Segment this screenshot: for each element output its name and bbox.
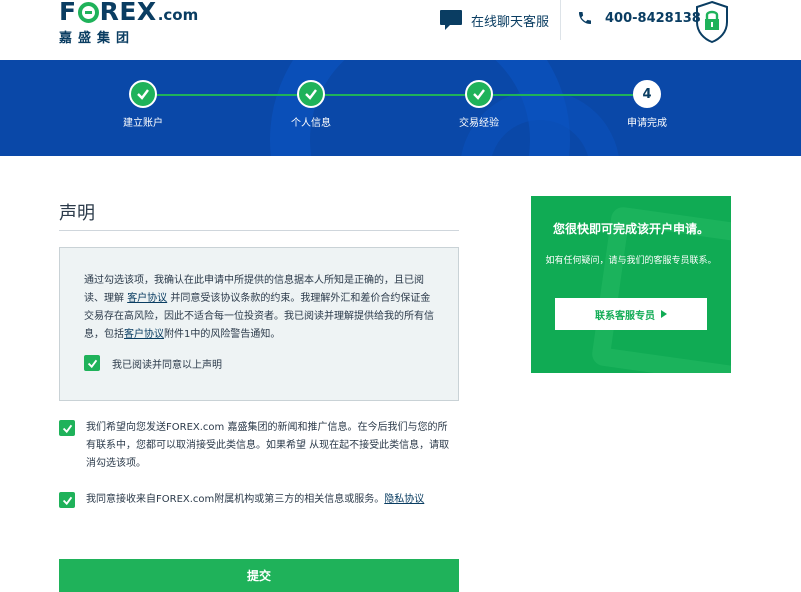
help-panel: 您很快即可完成该开户申请。 如有任何疑问，请与我们的客服专员联系。 联系客服专员	[531, 196, 731, 373]
step-current-circle: 4	[633, 80, 661, 108]
third-party-optin-label: 我同意接收来自FOREX.com附属机构或第三方的相关信息或服务。隐私协议	[86, 494, 425, 505]
phone-icon	[579, 12, 591, 24]
news-optin-label: 我们希望向您发送FOREX.com 嘉盛集团的新闻和推广信息。在今后我们与您的所…	[86, 422, 450, 469]
header-divider	[560, 0, 561, 40]
check-icon	[473, 89, 485, 100]
logo-wordmark: F REX .com	[59, 0, 198, 24]
forex-logo[interactable]: F REX .com 嘉盛集团	[59, 0, 198, 46]
submit-button[interactable]: 提交	[59, 559, 459, 592]
check-icon	[62, 496, 72, 505]
phone-link[interactable]: 400-8428138	[577, 10, 701, 26]
step-application-complete: 4 申请完成	[587, 80, 707, 129]
online-chat-link[interactable]: 在线聊天客服	[440, 10, 549, 30]
step-create-account: 建立账户	[83, 80, 203, 129]
lock-shield-icon	[694, 0, 730, 48]
step-label: 个人信息	[291, 118, 331, 129]
page-title: 声明	[59, 203, 95, 224]
contact-agent-button[interactable]: 联系客服专员	[555, 298, 707, 330]
phone-number: 400-8428138	[605, 10, 701, 26]
third-party-optin-checkbox[interactable]	[59, 492, 75, 508]
panel-title: 您很快即可完成该开户申请。	[552, 222, 709, 236]
declaration-box: 通过勾选该项，我确认在此申请中所提供的信息据本人所知是正确的，且已阅读、理解 客…	[59, 247, 459, 401]
check-icon	[137, 89, 149, 100]
news-optin-row[interactable]: 我们希望向您发送FOREX.com 嘉盛集团的新闻和推广信息。在今后我们与您的所…	[59, 419, 459, 473]
logo-subtitle: 嘉盛集团	[59, 31, 136, 46]
step-label: 建立账户	[123, 118, 163, 129]
declaration-checkbox-row[interactable]: 我已阅读并同意以上声明	[84, 355, 222, 371]
step-done-circle	[465, 80, 493, 108]
logo-dotcom: .com	[157, 6, 199, 24]
privacy-policy-link[interactable]: 隐私协议	[384, 494, 424, 505]
play-arrow-icon	[661, 310, 667, 318]
logo-o-icon	[77, 2, 99, 23]
third-party-optin-row[interactable]: 我同意接收来自FOREX.com附属机构或第三方的相关信息或服务。隐私协议	[59, 491, 459, 509]
client-agreement-link[interactable]: 客户协议	[127, 293, 167, 304]
logo-letters-rex: REX	[99, 0, 157, 26]
news-optin-checkbox[interactable]	[59, 420, 75, 436]
declaration-checkbox-label: 我已阅读并同意以上声明	[112, 359, 222, 371]
progress-track	[143, 94, 647, 96]
declaration-text: 通过勾选该项，我确认在此申请中所提供的信息据本人所知是正确的，且已阅读、理解 客…	[84, 275, 434, 340]
chat-icon	[440, 10, 462, 30]
header: F REX .com 嘉盛集团 在线聊天客服 400-8428138	[0, 0, 801, 60]
step-label: 申请完成	[627, 118, 667, 129]
step-trading-experience: 交易经验	[419, 80, 539, 129]
check-icon	[87, 359, 97, 368]
client-agreement-link[interactable]: 客户协议	[124, 329, 164, 340]
check-icon	[305, 89, 317, 100]
progress-band: 建立账户 个人信息 交易经验 4 申请完成	[0, 60, 801, 156]
title-divider	[59, 230, 459, 231]
check-icon	[62, 424, 72, 433]
declaration-checkbox[interactable]	[84, 355, 100, 371]
step-done-circle	[297, 80, 325, 108]
step-label: 交易经验	[459, 118, 499, 129]
chat-label: 在线聊天客服	[471, 14, 550, 30]
contact-agent-label: 联系客服专员	[595, 310, 655, 322]
step-done-circle	[129, 80, 157, 108]
logo-letter-f: F	[59, 0, 77, 26]
step-personal-info: 个人信息	[251, 80, 371, 129]
panel-subtitle: 如有任何疑问，请与我们的客服专员联系。	[545, 256, 717, 266]
